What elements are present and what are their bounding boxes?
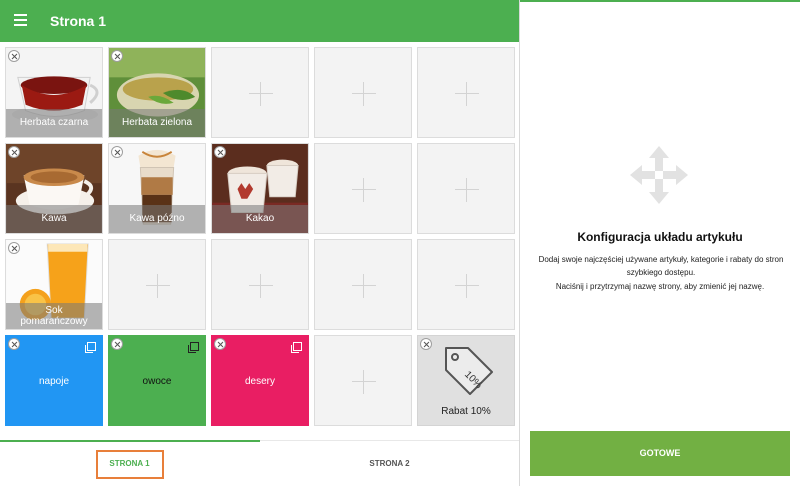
info-panel: Konfiguracja układu artykułu Dodaj swoje… <box>520 0 800 486</box>
remove-icon[interactable] <box>8 338 20 350</box>
category-desery[interactable]: desery <box>211 335 309 426</box>
item-grid: Herbata czarna Herbata zielona Kawa Kawa… <box>0 42 519 440</box>
panel-top-accent <box>520 0 800 2</box>
empty-slot[interactable] <box>314 335 412 426</box>
empty-slot[interactable] <box>417 143 515 234</box>
tile-label-line: Sok <box>45 305 63 316</box>
page-title: Strona 1 <box>50 13 107 29</box>
add-icon <box>352 82 376 106</box>
empty-slot[interactable] <box>108 239 206 330</box>
config-description: Dodaj swoje najczęściej używane artykuły… <box>538 255 784 277</box>
hamburger-menu-icon[interactable] <box>14 14 30 27</box>
category-label: owoce <box>142 376 172 387</box>
tile-label: Herbata zielona <box>109 109 205 137</box>
tile-kawa[interactable]: Kawa <box>5 143 103 234</box>
add-icon <box>352 178 376 202</box>
remove-icon[interactable] <box>111 338 123 350</box>
empty-slot[interactable] <box>314 143 412 234</box>
empty-slot[interactable] <box>211 239 309 330</box>
add-icon <box>146 274 170 298</box>
remove-icon[interactable] <box>8 50 20 62</box>
layout-editor: Strona 1 Herbata czarna Herbata zielona … <box>0 0 519 486</box>
category-icon <box>85 342 96 353</box>
tile-kawa-pozno[interactable]: Kawa późno <box>108 143 206 234</box>
remove-icon[interactable] <box>8 242 20 254</box>
tile-label: Kawa późno <box>109 205 205 233</box>
add-icon <box>455 274 479 298</box>
done-button[interactable]: GOTOWE <box>530 431 790 476</box>
tile-label: Herbata czarna <box>6 109 102 137</box>
tile-sok-pomaranczowy[interactable]: Sok pomarańczowy <box>5 239 103 330</box>
remove-icon[interactable] <box>214 146 226 158</box>
tile-label: Sok pomarańczowy <box>6 303 102 329</box>
move-arrows-icon <box>630 146 688 204</box>
empty-slot[interactable] <box>314 239 412 330</box>
add-icon <box>249 82 273 106</box>
tile-herbata-zielona[interactable]: Herbata zielona <box>108 47 206 138</box>
config-hint: Naciśnij i przytrzymaj nazwę strony, aby… <box>555 282 765 291</box>
empty-slot[interactable] <box>211 47 309 138</box>
discount-label: Rabat 10% <box>441 406 491 417</box>
remove-icon[interactable] <box>420 338 432 350</box>
tile-herbata-czarna[interactable]: Herbata czarna <box>5 47 103 138</box>
empty-slot[interactable] <box>417 239 515 330</box>
add-icon <box>249 274 273 298</box>
category-icon <box>188 342 199 353</box>
tab-strona-2[interactable]: STRONA 2 <box>260 441 519 486</box>
category-label: desery <box>244 376 275 387</box>
add-icon <box>455 82 479 106</box>
remove-icon[interactable] <box>214 338 226 350</box>
category-owoce[interactable]: owoce <box>108 335 206 426</box>
remove-icon[interactable] <box>8 146 20 158</box>
empty-slot[interactable] <box>314 47 412 138</box>
category-napoje[interactable]: napoje <box>5 335 103 426</box>
add-icon <box>352 370 376 394</box>
discount-tag-icon: 10% <box>445 347 493 395</box>
page-tabs: STRONA 1 STRONA 2 <box>0 440 519 486</box>
category-icon <box>291 342 302 353</box>
remove-icon[interactable] <box>111 146 123 158</box>
category-label: napoje <box>38 376 70 387</box>
config-title: Konfiguracja układu artykułu <box>577 230 743 244</box>
remove-icon[interactable] <box>111 50 123 62</box>
add-icon <box>352 274 376 298</box>
app-bar: Strona 1 <box>0 0 519 42</box>
tile-label: Kawa <box>6 205 102 233</box>
empty-slot[interactable] <box>417 47 515 138</box>
discount-rabat[interactable]: 10% Rabat 10% <box>417 335 515 426</box>
tile-label-line: pomarańczowy <box>20 316 88 327</box>
tile-kakao[interactable]: Kakao <box>211 143 309 234</box>
add-icon <box>455 178 479 202</box>
tab-highlight-frame <box>96 450 164 479</box>
tile-label: Kakao <box>212 205 308 233</box>
